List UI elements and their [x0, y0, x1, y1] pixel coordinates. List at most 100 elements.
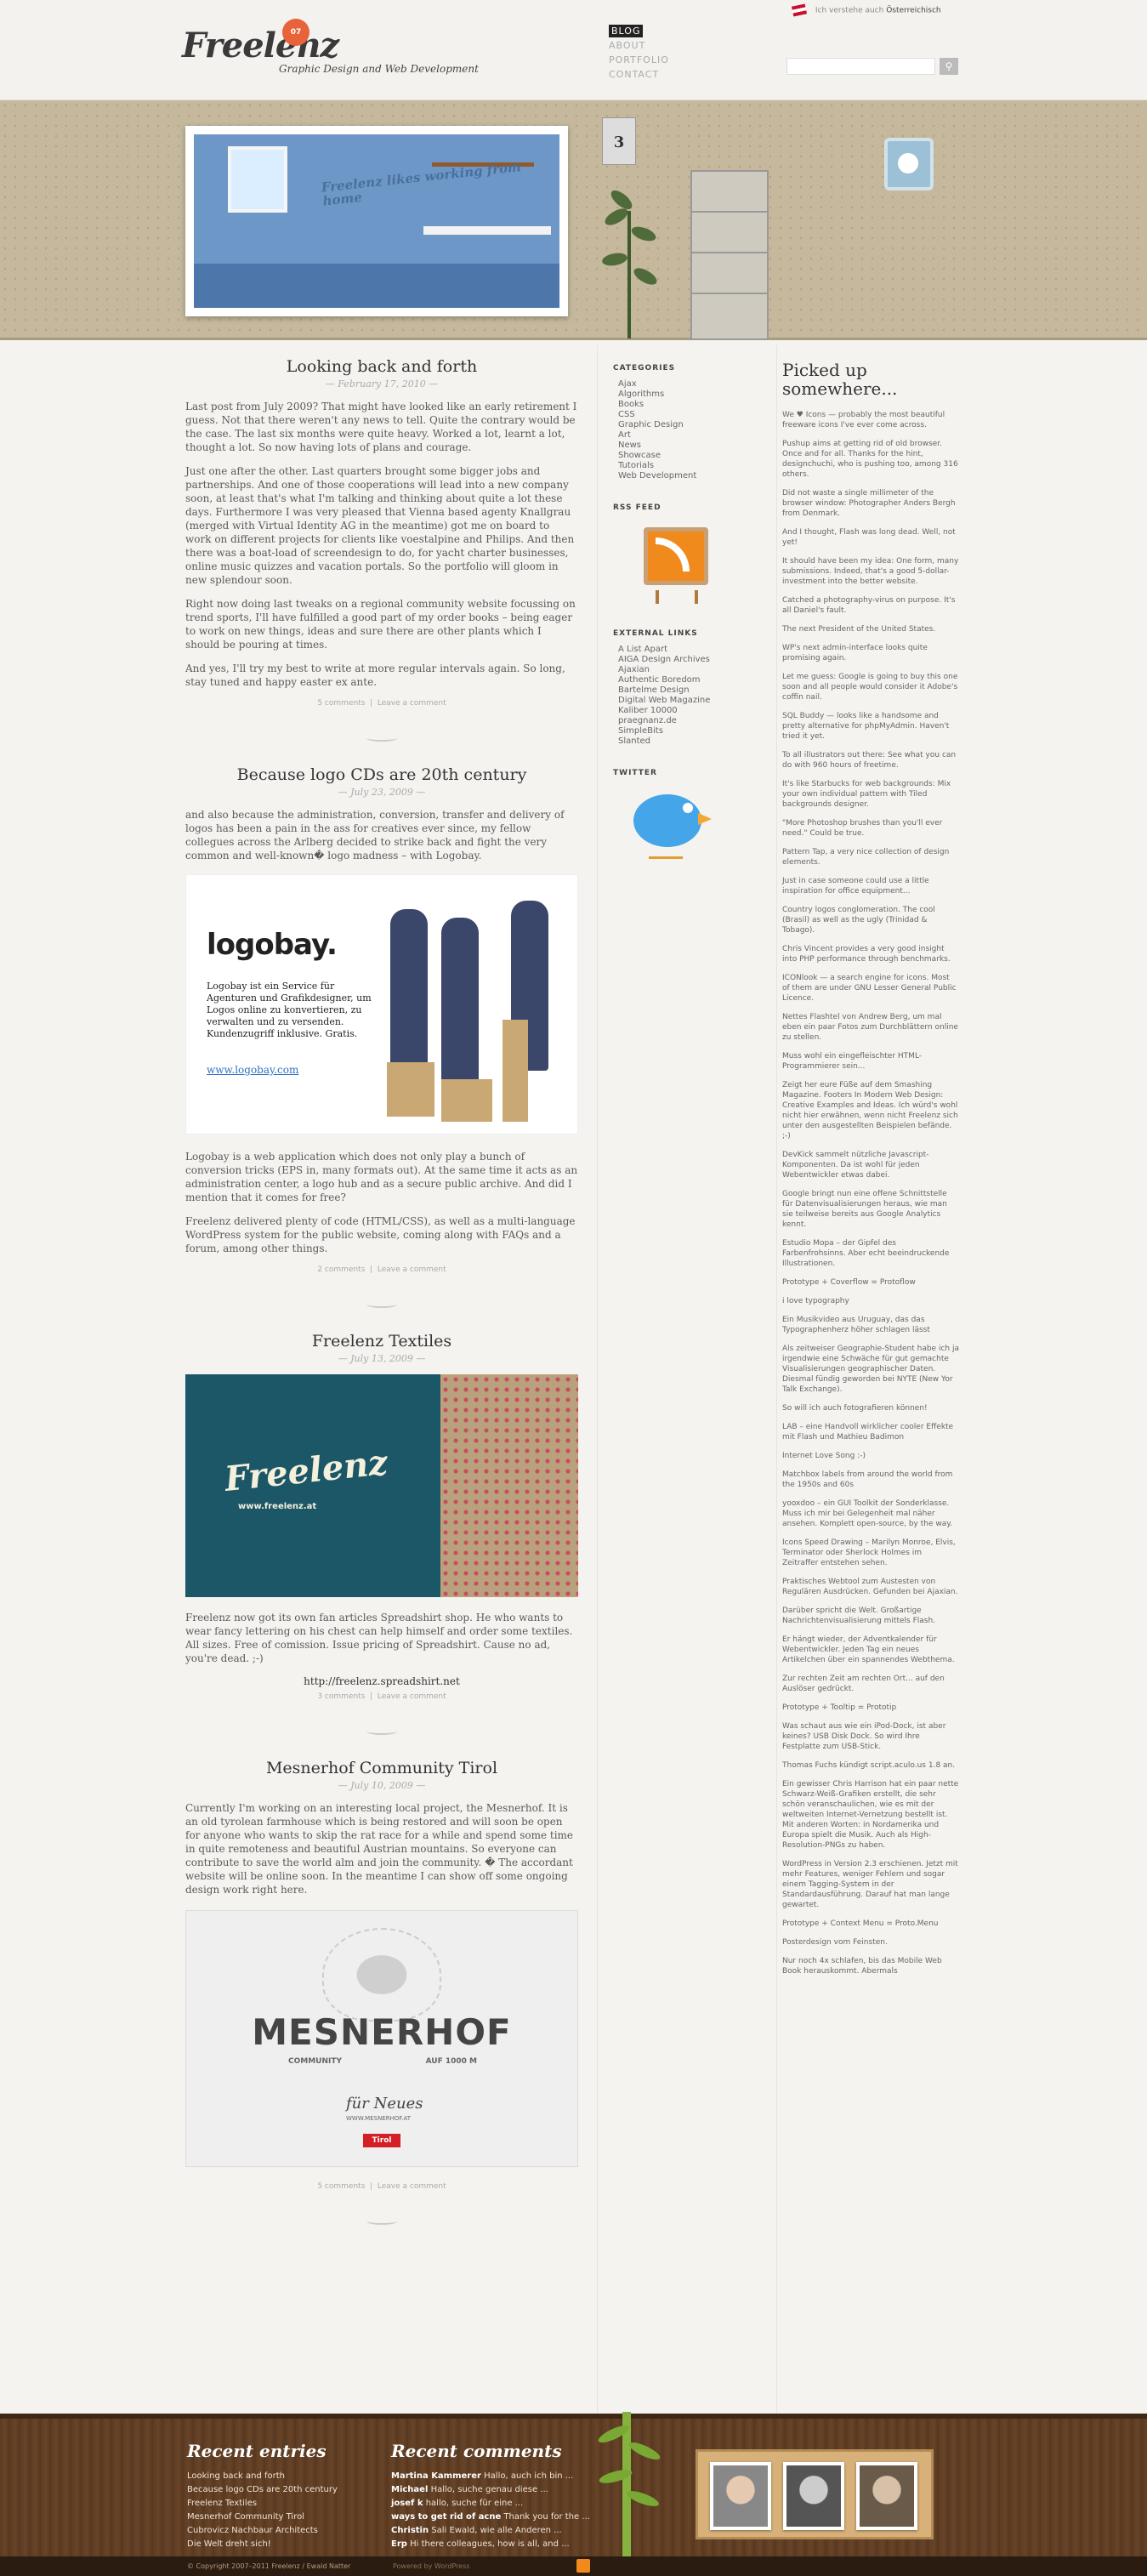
site-logo[interactable]: Freelenz 07 Graphic Design and Web Devel…	[182, 19, 497, 87]
leave-comment-link[interactable]: Leave a comment	[378, 1692, 446, 1701]
picked-up-item[interactable]: Let me guess: Google is going to buy thi…	[782, 672, 959, 702]
external-link[interactable]: praegnanz.de	[613, 716, 776, 726]
picked-up-item[interactable]: And I thought, Flash was long dead. Well…	[782, 527, 959, 548]
language-switch[interactable]: Ich verstehe auch Österreichisch	[791, 3, 941, 17]
photo-thumbnail[interactable]	[783, 2462, 844, 2530]
picked-up-item[interactable]: Darüber spricht die Welt. Großartige Nac…	[782, 1606, 959, 1626]
photo-thumbnail[interactable]	[710, 2462, 771, 2530]
recent-comment[interactable]: Michael Hallo, suche genau diese ...	[391, 2483, 590, 2497]
picked-up-item[interactable]: WordPress in Version 2.3 erschienen. Jet…	[782, 1859, 959, 1910]
external-link[interactable]: Slanted	[613, 736, 776, 747]
picked-up-item[interactable]: Thomas Fuchs kündigt script.aculo.us 1.8…	[782, 1760, 959, 1771]
external-link[interactable]: Ajaxian	[613, 665, 776, 675]
picked-up-item[interactable]: Muss wohl ein eingefleischter HTML-Progr…	[782, 1051, 959, 1072]
leave-comment-link[interactable]: Leave a comment	[378, 2182, 446, 2191]
post-title[interactable]: Freelenz Textiles	[185, 1332, 578, 1351]
recent-entry-link[interactable]: Cubrovicz Nachbaur Architects	[187, 2524, 338, 2538]
picked-up-item[interactable]: Country logos conglomeration. The cool (…	[782, 905, 959, 935]
recent-entry-link[interactable]: Freelenz Textiles	[187, 2497, 338, 2511]
category-link[interactable]: Web Development	[613, 471, 776, 481]
picked-up-item[interactable]: Ein Musikvideo aus Uruguay, das das Typo…	[782, 1315, 959, 1335]
category-link[interactable]: Tutorials	[613, 461, 776, 471]
category-link[interactable]: Art	[613, 430, 776, 441]
picked-up-item[interactable]: Praktisches Webtool zum Austesten von Re…	[782, 1577, 959, 1597]
picked-up-item[interactable]: SQL Buddy — looks like a handsome and pr…	[782, 711, 959, 742]
leave-comment-link[interactable]: Leave a comment	[378, 699, 446, 708]
picked-up-item[interactable]: Internet Love Song :-)	[782, 1451, 959, 1461]
twitter-bird-icon[interactable]	[625, 784, 718, 869]
picked-up-item[interactable]: Was schaut aus wie ein iPod-Dock, ist ab…	[782, 1721, 959, 1752]
picked-up-item[interactable]: So will ich auch fotografieren können!	[782, 1403, 959, 1413]
external-link[interactable]: A List Apart	[613, 645, 776, 655]
picked-up-item[interactable]: Zur rechten Zeit am rechten Ort... auf d…	[782, 1674, 959, 1694]
picked-up-item[interactable]: Prototype + Context Menu = Proto.Menu	[782, 1919, 959, 1929]
recent-entry-link[interactable]: Mesnerhof Community Tirol	[187, 2511, 338, 2524]
search-input[interactable]	[786, 58, 935, 75]
category-link[interactable]: News	[613, 441, 776, 451]
rss-small-icon[interactable]	[576, 2559, 590, 2573]
recent-entry-link[interactable]: Die Welt dreht sich!	[187, 2538, 338, 2551]
picked-up-item[interactable]: Prototype + Tooltip = Prototip	[782, 1703, 959, 1713]
picked-up-item[interactable]: Ein gewisser Chris Harrison hat ein paar…	[782, 1779, 959, 1851]
category-link[interactable]: Algorithms	[613, 390, 776, 400]
nav-item-portfolio[interactable]: Portfolio	[609, 53, 669, 67]
nav-item-contact[interactable]: Contact	[609, 67, 669, 82]
picked-up-item[interactable]: Prototype + Coverflow = Protoflow	[782, 1277, 959, 1288]
picked-up-item[interactable]: Nur noch 4x schlafen, bis das Mobile Web…	[782, 1956, 959, 1976]
category-link[interactable]: Books	[613, 400, 776, 410]
picked-up-item[interactable]: Als zeitweiser Geographie-Student habe i…	[782, 1344, 959, 1395]
recent-comment[interactable]: josef k hallo, suche für eine ...	[391, 2497, 590, 2511]
picked-up-item[interactable]: "More Photoshop brushes than you'll ever…	[782, 818, 959, 839]
tshirt-image[interactable]: Freelenz www.freelenz.at	[185, 1374, 578, 1597]
nav-item-about[interactable]: About	[609, 38, 669, 53]
picked-up-item[interactable]: Catched a photography-virus on purpose. …	[782, 595, 959, 616]
picked-up-item[interactable]: i love typography	[782, 1296, 959, 1306]
logobay-image[interactable]: logobay. Logobay ist ein Service für Age…	[185, 874, 578, 1134]
powered-by[interactable]: Powered by WordPress	[393, 2556, 470, 2576]
rss-icon[interactable]	[635, 519, 717, 604]
picked-up-item[interactable]: yooxdoo – ein GUI Toolkit der Sonderklas…	[782, 1498, 959, 1529]
mesnerhof-image[interactable]: MESNERHOF COMMUNITY AUF 1000 M für Neues …	[185, 1910, 578, 2167]
picked-up-item[interactable]: Icons Speed Drawing – Marilyn Monroe, El…	[782, 1538, 959, 1568]
post-title[interactable]: Because logo CDs are 20th century	[185, 765, 578, 784]
category-link[interactable]: Showcase	[613, 451, 776, 461]
comments-link[interactable]: 5 comments	[317, 699, 365, 708]
recent-entry-link[interactable]: Looking back and forth	[187, 2470, 338, 2483]
picked-up-item[interactable]: Matchbox labels from around the world fr…	[782, 1470, 959, 1490]
picked-up-item[interactable]: Er hängt wieder, der Adventkalender für …	[782, 1635, 959, 1665]
external-link[interactable]: Bartelme Design	[613, 685, 776, 696]
picked-up-item[interactable]: LAB – eine Handvoll wirklicher cooler Ef…	[782, 1422, 959, 1442]
picked-up-item[interactable]: Google bringt nun eine offene Schnittste…	[782, 1189, 959, 1230]
external-link[interactable]: SimpleBits	[613, 726, 776, 736]
picked-up-item[interactable]: It's like Starbucks for web backgrounds:…	[782, 779, 959, 810]
picked-up-item[interactable]: Did not waste a single millimeter of the…	[782, 488, 959, 519]
picked-up-item[interactable]: WP's next admin-interface looks quite pr…	[782, 643, 959, 663]
picked-up-item[interactable]: Just in case someone could use a little …	[782, 876, 959, 896]
picked-up-item[interactable]: It should have been my idea: One form, m…	[782, 556, 959, 587]
picked-up-item[interactable]: Zeigt her eure Füße auf dem Smashing Mag…	[782, 1080, 959, 1141]
picked-up-item[interactable]: DevKick sammelt nützliche Javascript-Kom…	[782, 1150, 959, 1180]
picked-up-item[interactable]: Posterdesign vom Feinsten.	[782, 1937, 959, 1948]
category-link[interactable]: Graphic Design	[613, 420, 776, 430]
picked-up-item[interactable]: The next President of the United States.	[782, 624, 959, 634]
external-link[interactable]: Kaliber 10000	[613, 706, 776, 716]
post-title[interactable]: Looking back and forth	[185, 357, 578, 376]
search-button[interactable]: ⚲	[940, 58, 958, 75]
recent-comment[interactable]: Christin Sali Ewald, wie alle Anderen ..…	[391, 2524, 590, 2538]
picked-up-item[interactable]: To all illustrators out there: See what …	[782, 750, 959, 771]
category-link[interactable]: CSS	[613, 410, 776, 420]
picked-up-item[interactable]: ICONlook — a search engine for icons. Mo…	[782, 973, 959, 1004]
recent-comment[interactable]: Martina Kammerer Hallo, auch ich bin ...	[391, 2470, 590, 2483]
leave-comment-link[interactable]: Leave a comment	[378, 1265, 446, 1274]
external-link[interactable]: Digital Web Magazine	[613, 696, 776, 706]
external-link[interactable]: AIGA Design Archives	[613, 655, 776, 665]
recent-entry-link[interactable]: Because logo CDs are 20th century	[187, 2483, 338, 2497]
comments-link[interactable]: 3 comments	[317, 1692, 365, 1701]
photo-thumbnail[interactable]	[856, 2462, 917, 2530]
picked-up-item[interactable]: Nettes Flashtel von Andrew Berg, um mal …	[782, 1012, 959, 1043]
picked-up-item[interactable]: Chris Vincent provides a very good insig…	[782, 944, 959, 964]
category-link[interactable]: Ajax	[613, 379, 776, 390]
spreadshirt-link[interactable]: http://freelenz.spreadshirt.net	[185, 1675, 578, 1687]
post-title[interactable]: Mesnerhof Community Tirol	[185, 1759, 578, 1777]
picked-up-item[interactable]: We ♥ Icons — probably the most beautiful…	[782, 410, 959, 430]
